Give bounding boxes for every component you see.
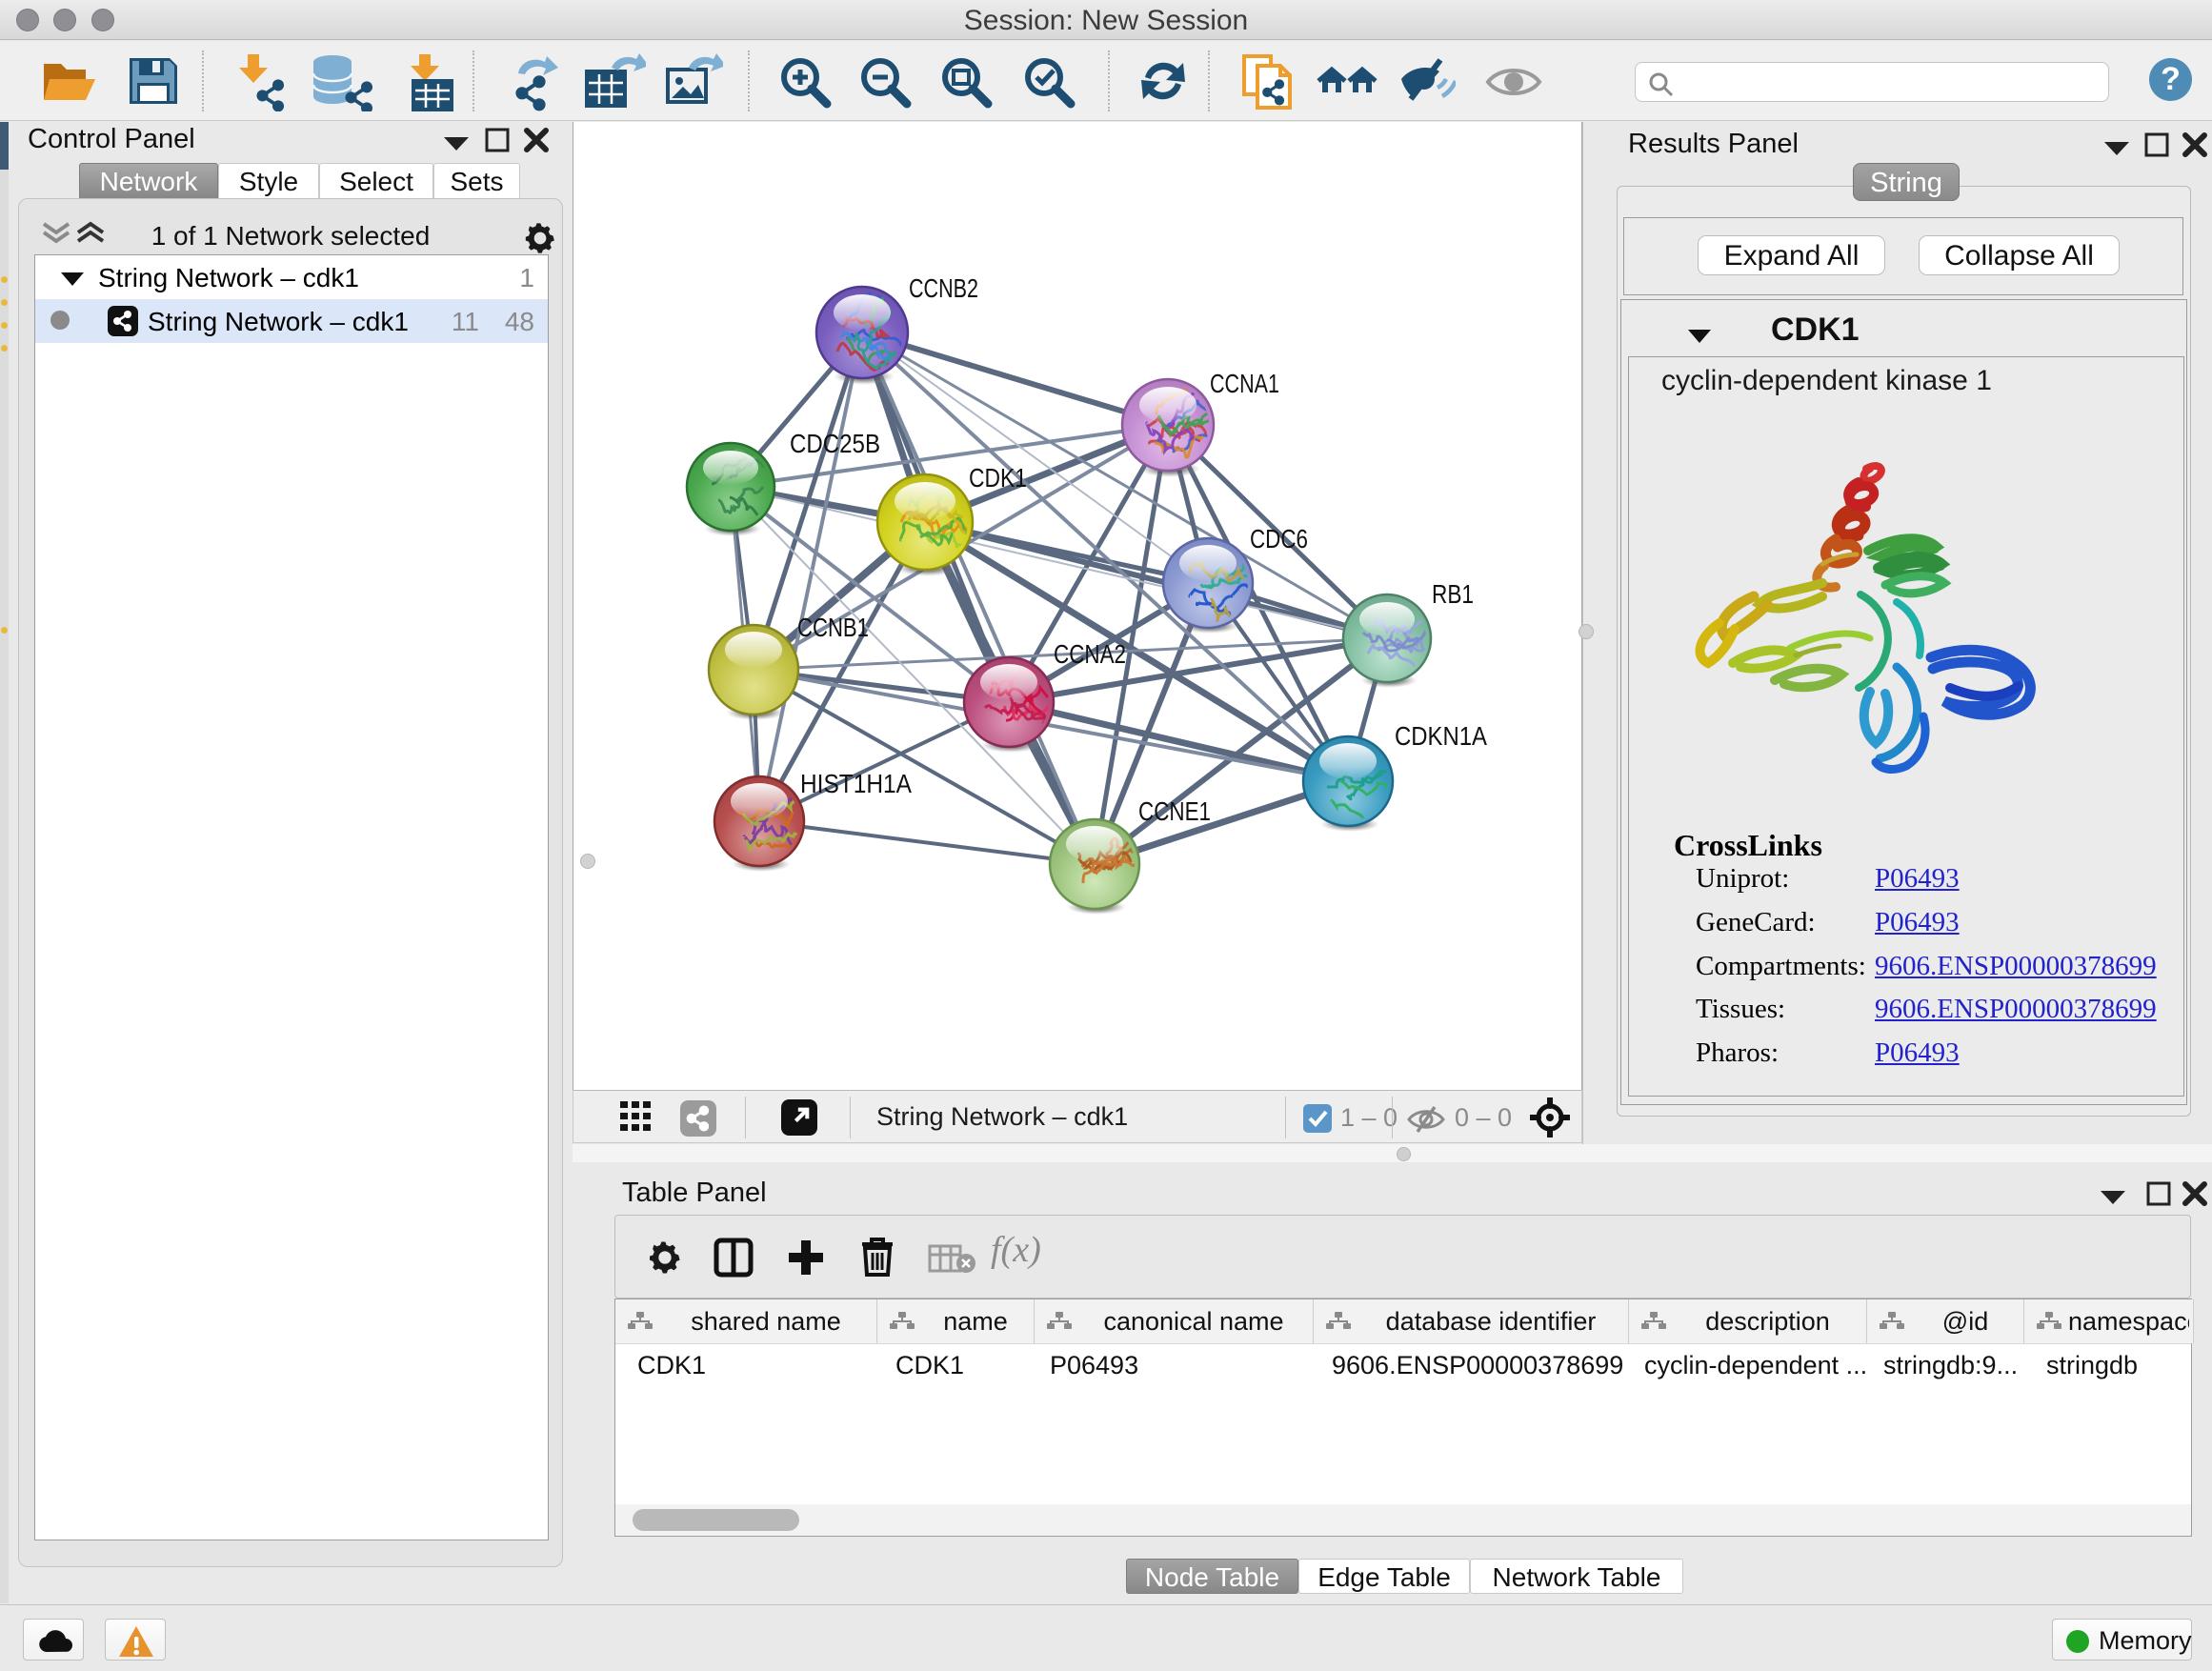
svg-text:RB1: RB1 (1432, 579, 1474, 609)
svg-text:HIST1H1A: HIST1H1A (800, 769, 912, 798)
svg-text:CDK1: CDK1 (969, 463, 1027, 493)
svg-text:CDC25B: CDC25B (790, 429, 880, 458)
svg-text:CCNE1: CCNE1 (1138, 796, 1211, 826)
svg-text:CCNA2: CCNA2 (1054, 639, 1126, 669)
svg-text:CCNB2: CCNB2 (909, 273, 978, 303)
svg-text:CDC6: CDC6 (1250, 524, 1308, 554)
svg-text:CDKN1A: CDKN1A (1395, 721, 1487, 751)
svg-text:CCNB1: CCNB1 (797, 613, 869, 642)
svg-text:CCNA1: CCNA1 (1210, 369, 1279, 398)
